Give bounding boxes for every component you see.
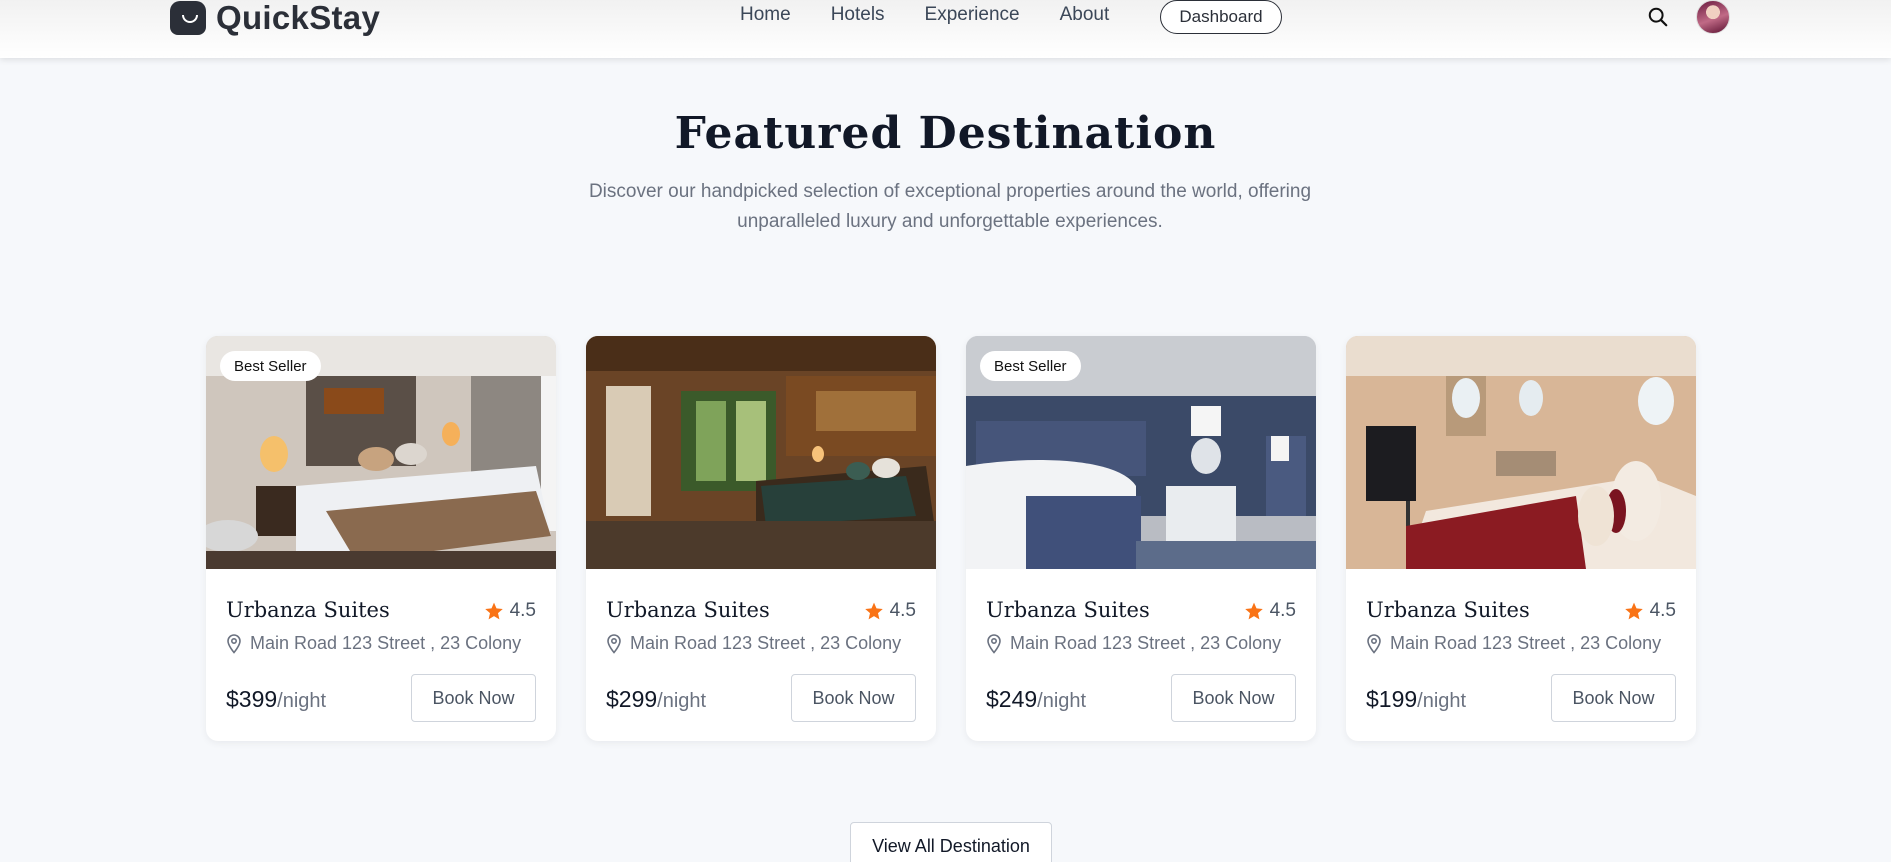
hotel-address: Main Road 123 Street , 23 Colony [1366,633,1661,654]
logo-icon [170,1,206,35]
price: $299/night [606,686,706,713]
rating-value: 4.5 [509,600,536,621]
address-text: Main Road 123 Street , 23 Colony [1010,633,1282,653]
hotel-name: Urbanza Suites [606,598,770,622]
book-now-button[interactable]: Book Now [791,674,916,722]
view-all-destinations-button[interactable]: View All Destination [850,822,1052,862]
address-text: Main Road 123 Street , 23 Colony [250,633,522,653]
hotel-name: Urbanza Suites [226,598,390,622]
hotel-card[interactable]: Urbanza Suites 4.5 Main Road 123 Street … [586,336,936,741]
logo-text: QuickStay [216,0,381,36]
star-icon [1624,602,1643,620]
rating-value: 4.5 [1649,600,1676,621]
location-pin-icon [1367,633,1381,654]
rating-value: 4.5 [1269,600,1296,621]
hotel-address: Main Road 123 Street , 23 Colony [606,633,901,654]
book-now-button[interactable]: Book Now [1171,674,1296,722]
address-text: Main Road 123 Street , 23 Colony [1390,633,1662,653]
hotel-card[interactable]: Best Seller Urbanza Suites 4.5 Main Road… [206,336,556,741]
user-avatar[interactable] [1696,0,1730,34]
rating: 4.5 [484,600,536,622]
hotel-card[interactable]: Urbanza Suites 4.5 Main Road 123 Street … [1346,336,1696,741]
rating-value: 4.5 [889,600,916,621]
star-icon [1244,602,1263,620]
logo[interactable]: QuickStay [170,0,380,36]
nav-link-hotels[interactable]: Hotels [831,4,885,26]
price-unit: /night [1417,690,1467,712]
search-icon[interactable] [1647,6,1669,28]
book-now-button[interactable]: Book Now [1551,674,1676,722]
hotel-address: Main Road 123 Street , 23 Colony [986,633,1281,654]
hotel-image[interactable] [586,336,936,569]
star-icon [484,602,503,620]
price-unit: /night [277,690,327,712]
rating: 4.5 [1244,600,1296,622]
price-value: $399 [226,686,278,712]
section-title: Featured Destination [674,108,1217,159]
location-pin-icon [987,633,1001,654]
price: $199/night [1366,686,1466,713]
price: $399/night [226,686,326,713]
price: $249/night [986,686,1086,713]
hotel-image[interactable]: Best Seller [206,336,556,569]
best-seller-badge: Best Seller [980,351,1081,381]
section-subtitle: Discover our handpicked selection of exc… [588,181,1312,232]
rating: 4.5 [1624,600,1676,622]
price-value: $249 [986,686,1038,712]
book-now-button[interactable]: Book Now [411,674,536,722]
price-value: $199 [1366,686,1418,712]
address-text: Main Road 123 Street , 23 Colony [630,633,902,653]
hotel-name: Urbanza Suites [1366,598,1530,622]
nav-links: Home Hotels Experience About [740,4,1109,26]
rating: 4.5 [864,600,916,622]
dashboard-button[interactable]: Dashboard [1160,0,1282,34]
hotel-image[interactable] [1346,336,1696,569]
location-pin-icon [607,633,621,654]
location-pin-icon [227,633,241,654]
nav-link-experience[interactable]: Experience [925,4,1020,26]
star-icon [864,602,883,620]
price-unit: /night [657,690,707,712]
hotel-address: Main Road 123 Street , 23 Colony [226,633,521,654]
hotel-image[interactable]: Best Seller [966,336,1316,569]
price-unit: /night [1037,690,1087,712]
nav-link-home[interactable]: Home [740,4,791,26]
top-navbar: QuickStay Home Hotels Experience About D… [0,0,1891,58]
price-value: $299 [606,686,658,712]
best-seller-badge: Best Seller [220,351,321,381]
hotel-name: Urbanza Suites [986,598,1150,622]
hotel-card[interactable]: Best Seller Urbanza Suites 4.5 Main Road… [966,336,1316,741]
nav-link-about[interactable]: About [1060,4,1110,26]
